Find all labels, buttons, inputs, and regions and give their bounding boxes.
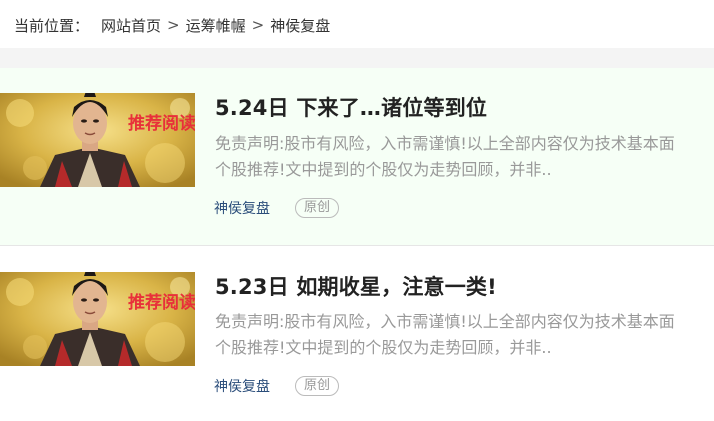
original-badge: 原创 bbox=[295, 198, 340, 218]
article-summary: 免责声明:股市有风险，入市需谨慎!以上全部内容仅为技术基本面 个股推荐!文中提到… bbox=[215, 131, 714, 183]
article-title[interactable]: 5.24日 下来了…诸位等到位 bbox=[215, 92, 487, 122]
article-summary-line: 免责声明:股市有风险，入市需谨慎!以上全部内容仅为技术基本面 bbox=[215, 312, 675, 331]
breadcrumb-separator: > bbox=[251, 16, 265, 34]
section-divider bbox=[0, 48, 714, 68]
article-meta: 神侯复盘 原创 bbox=[214, 376, 340, 396]
article-list-item: 推荐阅读 5.23日 如期收星，注意一类! 免责声明:股市有风险，入市需谨慎!以… bbox=[0, 246, 714, 421]
article-category-link[interactable]: 神侯复盘 bbox=[214, 376, 270, 396]
article-title[interactable]: 5.23日 如期收星，注意一类! bbox=[215, 271, 497, 301]
breadcrumb-prefix: 当前位置： bbox=[14, 16, 90, 35]
article-category-link[interactable]: 神侯复盘 bbox=[214, 198, 270, 218]
article-summary-line: 免责声明:股市有风险，入市需谨慎!以上全部内容仅为技术基本面 bbox=[215, 134, 675, 153]
breadcrumb-home-link[interactable]: 网站首页 bbox=[101, 15, 161, 36]
article-thumbnail[interactable]: 推荐阅读 bbox=[0, 272, 195, 366]
breadcrumb-section-link[interactable]: 运筹帷幄 bbox=[186, 15, 246, 36]
article-summary-line: 个股推荐!文中提到的个股仅为走势回顾，并非.. bbox=[215, 160, 552, 179]
breadcrumb-category-link[interactable]: 神侯复盘 bbox=[270, 15, 330, 36]
original-badge: 原创 bbox=[295, 376, 340, 396]
thumbnail-label: 推荐阅读 bbox=[128, 113, 195, 134]
article-meta: 神侯复盘 原创 bbox=[214, 198, 340, 218]
article-summary: 免责声明:股市有风险，入市需谨慎!以上全部内容仅为技术基本面 个股推荐!文中提到… bbox=[215, 309, 714, 361]
article-summary-line: 个股推荐!文中提到的个股仅为走势回顾，并非.. bbox=[215, 338, 552, 357]
breadcrumb: 当前位置： 网站首页 > 运筹帷幄 > 神侯复盘 bbox=[14, 14, 330, 36]
breadcrumb-separator: > bbox=[167, 16, 180, 34]
thumbnail-label: 推荐阅读 bbox=[128, 292, 195, 313]
article-list-item: 推荐阅读 5.24日 下来了…诸位等到位 免责声明:股市有风险，入市需谨慎!以上… bbox=[0, 68, 714, 246]
article-thumbnail[interactable]: 推荐阅读 bbox=[0, 93, 195, 187]
